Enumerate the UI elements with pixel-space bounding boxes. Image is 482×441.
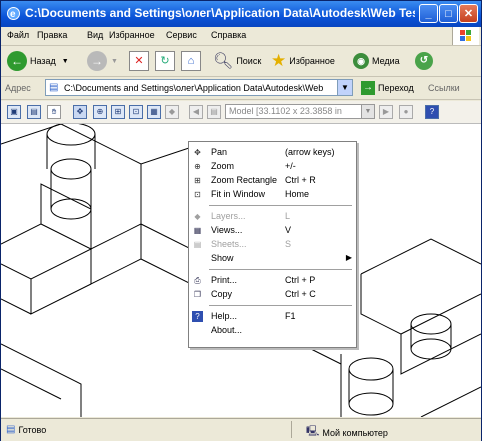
help-icon: ?	[192, 311, 203, 322]
browser-window: e C:\Documents and Settings\олег\Applica…	[0, 0, 482, 441]
standard-toolbar: ← Назад ▼ → ▼ ✕ ↻ ⌂ 🔍︎ Поиск ★ Избранное…	[1, 46, 481, 77]
menu-edit[interactable]: Правка	[37, 30, 67, 40]
zoom-rectangle-icon: ⊞	[194, 176, 201, 185]
model-select[interactable]: Model [33.1102 x 23.3858 in ▼	[225, 104, 375, 119]
zoom-icon: ⊕	[194, 162, 201, 171]
chevron-down-icon: ▼	[111, 57, 118, 65]
menu-file[interactable]: Файл	[7, 30, 29, 40]
open-icon[interactable]: ▣	[7, 105, 21, 119]
chevron-down-icon[interactable]: ▼	[337, 80, 352, 95]
menu-separator	[209, 305, 352, 306]
dwf-viewer-toolbar: ▣ ▤ ✋︎ ✥ ⊕ ⊞ ⊡ ▦ ◆ ◀ ▤ Model [33.1102 x …	[1, 101, 481, 124]
status-divider	[291, 421, 292, 438]
print-icon: ⎙	[194, 276, 201, 285]
forward-arrow-icon: →	[87, 51, 107, 71]
links-button[interactable]: Ссылки	[428, 83, 460, 93]
drawing-canvas[interactable]: ✥ Pan (arrow keys) ⊕ Zoom +/- ⊞ Zoom Rec…	[1, 124, 481, 417]
address-input[interactable]: ▤ C:\Documents and Settings\олег\Applica…	[45, 79, 353, 96]
history-button[interactable]: ↺	[415, 50, 433, 72]
back-button[interactable]: ← Назад ▼	[7, 50, 69, 72]
computer-icon: 🖳︎	[306, 426, 320, 437]
menu-item-print[interactable]: ⎙ Print... Ctrl + P	[189, 274, 356, 287]
layers-tool-icon[interactable]: ◆	[165, 105, 179, 119]
menu-item-copy[interactable]: ❐ Copy Ctrl + C	[189, 288, 356, 301]
submenu-arrow-icon: ▶	[345, 253, 352, 262]
windows-flag-icon	[452, 27, 479, 45]
stop-icon: ✕	[129, 51, 149, 71]
address-label: Адрес	[5, 83, 31, 93]
prev-sheet-icon[interactable]: ◀	[189, 105, 203, 119]
search-icon: 🔍︎	[213, 53, 234, 70]
history-icon: ↺	[415, 52, 433, 70]
zoom-tool-icon[interactable]: ⊕	[93, 105, 107, 119]
go-button[interactable]: → Переход	[361, 81, 414, 95]
home-icon: ⌂	[181, 51, 201, 71]
menu-item-help[interactable]: ? Help... F1	[189, 310, 356, 323]
refresh-button[interactable]: ↻	[155, 50, 175, 72]
menu-item-sheets[interactable]: ▤ Sheets... S	[189, 238, 356, 251]
copy-icon: ❐	[193, 290, 202, 299]
window-title: C:\Documents and Settings\олег\Applicati…	[25, 6, 415, 20]
page-icon: ▤	[49, 82, 59, 93]
media-button[interactable]: ◉ Медиа	[353, 50, 400, 72]
menu-separator	[209, 205, 352, 206]
back-arrow-icon: ←	[7, 51, 27, 71]
menu-item-fit-window[interactable]: ⊡ Fit in Window Home	[189, 188, 356, 201]
status-zone: 🖳︎ Мой компьютер	[306, 424, 388, 441]
fit-window-tool-icon[interactable]: ⊡	[129, 105, 143, 119]
sheet-list-icon[interactable]: ▤	[207, 105, 221, 119]
go-arrow-icon: →	[361, 81, 375, 95]
menu-bar: Файл Правка Вид Избранное Сервис Справка	[1, 27, 481, 46]
stop-load-icon[interactable]: ●	[399, 105, 413, 119]
views-icon: ▦	[193, 226, 202, 235]
home-button[interactable]: ⌂	[181, 50, 201, 72]
menu-tools[interactable]: Сервис	[166, 30, 197, 40]
chevron-down-icon[interactable]: ▼	[361, 105, 374, 118]
sheets-icon: ▤	[193, 240, 202, 249]
menu-favorites[interactable]: Избранное	[109, 30, 155, 40]
help-tool-icon[interactable]: ?	[425, 105, 439, 119]
status-bar: ▤ Готово 🖳︎ Мой компьютер	[1, 418, 481, 441]
pan-icon: ✥	[194, 148, 201, 157]
forward-button[interactable]: → ▼	[87, 50, 118, 72]
menu-view[interactable]: Вид	[87, 30, 103, 40]
page-icon: ▤	[6, 424, 16, 435]
context-menu: ✥ Pan (arrow keys) ⊕ Zoom +/- ⊞ Zoom Rec…	[188, 141, 357, 348]
menu-item-about[interactable]: About...	[189, 324, 356, 337]
layers-icon: ◆	[194, 212, 201, 221]
ie-logo-icon: e	[7, 7, 20, 20]
fit-window-icon: ⊡	[194, 190, 201, 199]
pan-tool-icon[interactable]: ✥	[73, 105, 87, 119]
chevron-down-icon: ▼	[61, 57, 69, 65]
hand-icon[interactable]: ✋︎	[47, 105, 61, 119]
svg-text:e: e	[10, 9, 16, 20]
menu-separator	[209, 269, 352, 270]
views-tool-icon[interactable]: ▦	[147, 105, 161, 119]
minimize-button[interactable]: _	[419, 4, 438, 23]
menu-item-layers[interactable]: ◆ Layers... L	[189, 210, 356, 223]
menu-help[interactable]: Справка	[211, 30, 246, 40]
menu-item-views[interactable]: ▦ Views... V	[189, 224, 356, 237]
zoom-rect-tool-icon[interactable]: ⊞	[111, 105, 125, 119]
maximize-button[interactable]: □	[439, 4, 458, 23]
status-ready: ▤ Готово	[6, 424, 47, 435]
search-button[interactable]: 🔍︎ Поиск	[213, 50, 261, 72]
favorites-button[interactable]: ★ Избранное	[271, 50, 335, 72]
menu-item-pan[interactable]: ✥ Pan (arrow keys)	[189, 146, 356, 159]
save-icon[interactable]: ▤	[27, 105, 41, 119]
menu-item-zoom[interactable]: ⊕ Zoom +/-	[189, 160, 356, 173]
refresh-icon: ↻	[155, 51, 175, 71]
title-bar[interactable]: e C:\Documents and Settings\олег\Applica…	[1, 1, 481, 27]
menu-item-show[interactable]: Show ▶	[189, 252, 356, 265]
menu-item-zoom-rectangle[interactable]: ⊞ Zoom Rectangle Ctrl + R	[189, 174, 356, 187]
media-icon: ◉	[353, 53, 369, 69]
close-button[interactable]: ✕	[459, 4, 478, 23]
address-value: C:\Documents and Settings\олег\Applicati…	[64, 83, 324, 93]
stop-button[interactable]: ✕	[129, 50, 149, 72]
favorites-star-icon: ★	[271, 51, 287, 70]
next-sheet-icon[interactable]: ▶	[379, 105, 393, 119]
address-bar: Адрес ▤ C:\Documents and Settings\олег\A…	[1, 77, 481, 100]
